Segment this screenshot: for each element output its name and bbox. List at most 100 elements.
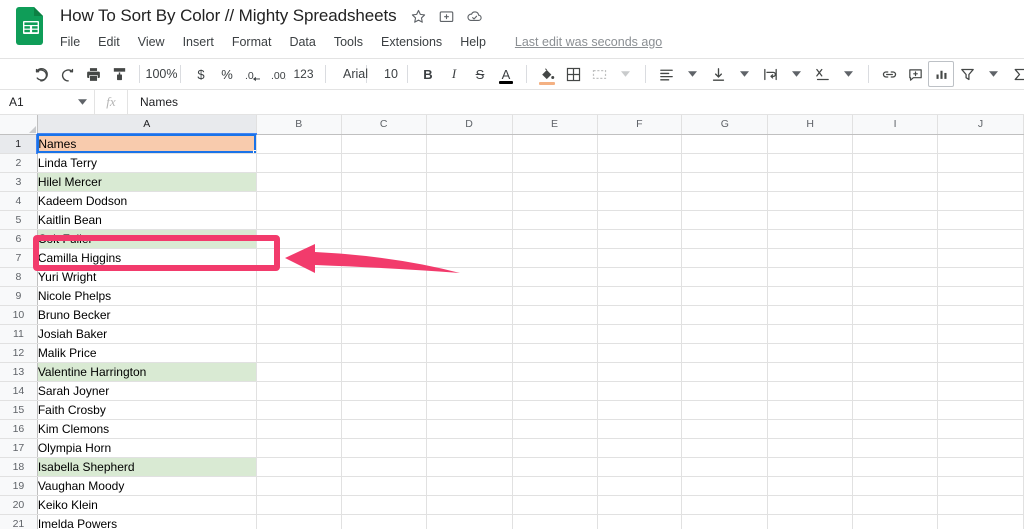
cell-B12[interactable] <box>256 343 342 363</box>
formula-input[interactable]: Names <box>128 95 1024 109</box>
cell-I17[interactable] <box>852 438 939 458</box>
cell-G19[interactable] <box>681 476 769 496</box>
cell-F3[interactable] <box>597 172 683 192</box>
cell-J19[interactable] <box>937 476 1024 496</box>
cell-G3[interactable] <box>681 172 769 192</box>
cell-H2[interactable] <box>767 153 854 173</box>
row-header-10[interactable]: 10 <box>0 305 38 325</box>
cell-A7[interactable]: Camilla Higgins <box>37 248 257 268</box>
row-header-21[interactable]: 21 <box>0 514 38 529</box>
cell-A15[interactable]: Faith Crosby <box>37 400 257 420</box>
row-header-5[interactable]: 5 <box>0 210 38 230</box>
cell-G21[interactable] <box>681 514 769 529</box>
cell-J13[interactable] <box>937 362 1024 382</box>
cell-I8[interactable] <box>852 267 939 287</box>
menu-item-help[interactable]: Help <box>451 33 495 51</box>
percent-format-button[interactable]: % <box>214 61 240 87</box>
cell-E18[interactable] <box>512 457 598 477</box>
cell-H15[interactable] <box>767 400 854 420</box>
text-rotation-icon[interactable] <box>809 61 835 87</box>
cell-J6[interactable] <box>937 229 1024 249</box>
cell-G4[interactable] <box>681 191 769 211</box>
row-header-17[interactable]: 17 <box>0 438 38 458</box>
cell-D18[interactable] <box>426 457 513 477</box>
menu-item-view[interactable]: View <box>129 33 174 51</box>
cell-C5[interactable] <box>341 210 427 230</box>
cell-B3[interactable] <box>256 172 342 192</box>
paint-format-icon[interactable] <box>106 61 132 87</box>
cell-H1[interactable] <box>767 134 854 154</box>
cell-G18[interactable] <box>681 457 769 477</box>
cell-B17[interactable] <box>256 438 342 458</box>
cell-B16[interactable] <box>256 419 342 439</box>
cell-H11[interactable] <box>767 324 854 344</box>
cell-J3[interactable] <box>937 172 1024 192</box>
horizontal-align-dropdown[interactable] <box>679 61 705 87</box>
cell-B9[interactable] <box>256 286 342 306</box>
cell-C7[interactable] <box>341 248 427 268</box>
cell-B11[interactable] <box>256 324 342 344</box>
column-header-d[interactable]: D <box>426 115 513 135</box>
cell-D12[interactable] <box>426 343 513 363</box>
name-box[interactable]: A1 <box>0 90 95 114</box>
cell-A4[interactable]: Kadeem Dodson <box>37 191 257 211</box>
strikethrough-button[interactable]: S <box>467 61 493 87</box>
cell-D3[interactable] <box>426 172 513 192</box>
redo-icon[interactable] <box>54 61 80 87</box>
cell-J4[interactable] <box>937 191 1024 211</box>
column-header-h[interactable]: H <box>767 115 854 135</box>
cell-J17[interactable] <box>937 438 1024 458</box>
cell-J9[interactable] <box>937 286 1024 306</box>
cell-I6[interactable] <box>852 229 939 249</box>
cell-C6[interactable] <box>341 229 427 249</box>
document-title[interactable]: How To Sort By Color // Mighty Spreadshe… <box>60 6 397 26</box>
bold-button[interactable]: B <box>415 61 441 87</box>
cell-D1[interactable] <box>426 134 513 154</box>
move-to-folder-icon[interactable] <box>438 8 455 25</box>
cell-J10[interactable] <box>937 305 1024 325</box>
menu-item-data[interactable]: Data <box>280 33 324 51</box>
row-header-20[interactable]: 20 <box>0 495 38 515</box>
cell-J16[interactable] <box>937 419 1024 439</box>
row-header-7[interactable]: 7 <box>0 248 38 268</box>
cell-A9[interactable]: Nicole Phelps <box>37 286 257 306</box>
cell-I18[interactable] <box>852 457 939 477</box>
cell-G10[interactable] <box>681 305 769 325</box>
more-formats-button[interactable]: 123 <box>292 61 318 87</box>
cell-D2[interactable] <box>426 153 513 173</box>
cell-F12[interactable] <box>597 343 683 363</box>
cell-F17[interactable] <box>597 438 683 458</box>
cell-J7[interactable] <box>937 248 1024 268</box>
menu-item-extensions[interactable]: Extensions <box>372 33 451 51</box>
cell-E14[interactable] <box>512 381 598 401</box>
cell-I20[interactable] <box>852 495 939 515</box>
row-header-12[interactable]: 12 <box>0 343 38 363</box>
row-header-4[interactable]: 4 <box>0 191 38 211</box>
cell-D7[interactable] <box>426 248 513 268</box>
row-header-16[interactable]: 16 <box>0 419 38 439</box>
merge-cells-icon[interactable] <box>586 61 612 87</box>
fill-color-icon[interactable] <box>534 61 560 87</box>
cell-D6[interactable] <box>426 229 513 249</box>
cell-I21[interactable] <box>852 514 939 529</box>
cell-J1[interactable] <box>937 134 1024 154</box>
functions-icon[interactable] <box>1006 61 1024 87</box>
font-size-selector[interactable]: 10 <box>374 61 400 87</box>
cell-B6[interactable] <box>256 229 342 249</box>
decrease-decimal-button[interactable]: .0 <box>240 61 266 87</box>
cell-H7[interactable] <box>767 248 854 268</box>
menu-item-insert[interactable]: Insert <box>174 33 223 51</box>
cell-E5[interactable] <box>512 210 598 230</box>
cell-D14[interactable] <box>426 381 513 401</box>
cell-F16[interactable] <box>597 419 683 439</box>
cell-C13[interactable] <box>341 362 427 382</box>
cell-B18[interactable] <box>256 457 342 477</box>
text-wrapping-dropdown[interactable] <box>783 61 809 87</box>
cell-E15[interactable] <box>512 400 598 420</box>
cell-I16[interactable] <box>852 419 939 439</box>
cell-D9[interactable] <box>426 286 513 306</box>
cell-A5[interactable]: Kaitlin Bean <box>37 210 257 230</box>
cell-F18[interactable] <box>597 457 683 477</box>
cell-I9[interactable] <box>852 286 939 306</box>
cell-D21[interactable] <box>426 514 513 529</box>
